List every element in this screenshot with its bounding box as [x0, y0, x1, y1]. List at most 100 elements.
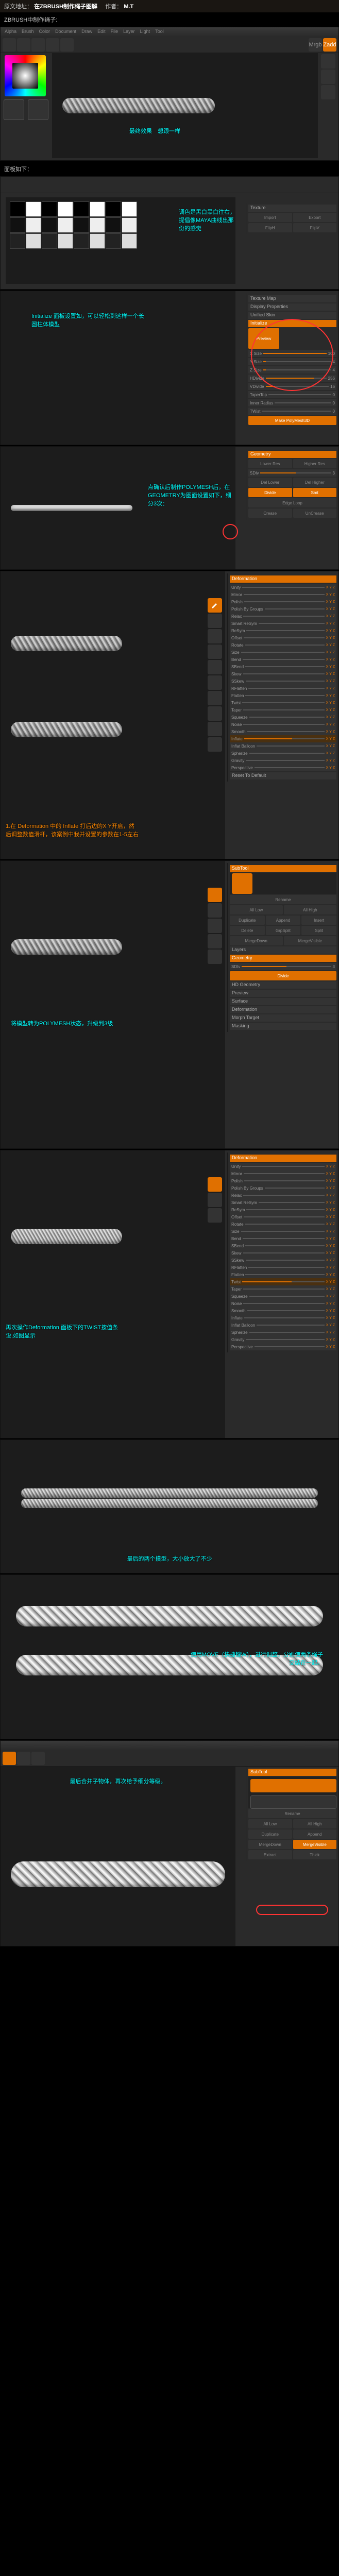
bend-slider[interactable]: BendX Y Z: [230, 1235, 336, 1242]
alpha-swatch[interactable]: [26, 233, 41, 249]
move-button[interactable]: [31, 1752, 45, 1765]
divide-button[interactable]: Divide: [230, 971, 336, 980]
merge-visible-button[interactable]: MergeVisible: [293, 1840, 337, 1849]
flip-v-button[interactable]: FlipV: [293, 223, 337, 232]
edge-loop-button[interactable]: Edge Loop: [248, 498, 336, 507]
polish-slider[interactable]: PolishX Y Z: [230, 598, 336, 605]
polish-slider[interactable]: PolishX Y Z: [230, 1177, 336, 1184]
edit-button[interactable]: [208, 1177, 222, 1192]
crease-button[interactable]: Crease: [248, 509, 292, 518]
polish-by-groups-slider[interactable]: Polish By GroupsX Y Z: [230, 605, 336, 613]
edit-button[interactable]: [208, 598, 222, 613]
swatch-a[interactable]: [4, 99, 24, 120]
subtool-header[interactable]: SubTool: [230, 865, 336, 872]
merge-down-button[interactable]: MergeDown: [230, 936, 283, 945]
smart-resym-slider[interactable]: Smart ReSymX Y Z: [230, 1199, 336, 1206]
extract-button[interactable]: Extract: [248, 1850, 292, 1859]
draw-button[interactable]: [208, 903, 222, 918]
alpha-swatch[interactable]: [58, 201, 73, 217]
rename-button[interactable]: Rename: [230, 895, 336, 904]
append-button[interactable]: Append: [266, 916, 301, 925]
alpha-swatch[interactable]: [122, 233, 137, 249]
material-thumb[interactable]: [60, 38, 74, 52]
panel-header[interactable]: Display Properties: [248, 303, 336, 311]
lower-res-button[interactable]: Lower Res: [248, 459, 292, 468]
subtool-item[interactable]: [250, 1779, 336, 1792]
alpha-swatch[interactable]: [106, 201, 121, 217]
brush-icon[interactable]: [208, 675, 222, 690]
menu-item[interactable]: Brush: [22, 29, 34, 35]
alpha-swatch[interactable]: [90, 201, 105, 217]
smt-button[interactable]: Smt: [293, 488, 337, 497]
menu-item[interactable]: Light: [140, 29, 150, 35]
panel-header[interactable]: Unified Skin: [248, 312, 336, 319]
alpha-swatch[interactable]: [10, 217, 25, 233]
all-high-button[interactable]: All High: [293, 1819, 337, 1828]
menu-item[interactable]: Document: [55, 29, 76, 35]
zadd-button[interactable]: Zadd: [323, 38, 336, 52]
edit-button[interactable]: [3, 1752, 16, 1765]
noise-slider[interactable]: NoiseX Y Z: [230, 721, 336, 728]
move-button[interactable]: [208, 919, 222, 933]
sbend-slider[interactable]: SBendX Y Z: [230, 1242, 336, 1249]
skew-slider[interactable]: SkewX Y Z: [230, 670, 336, 677]
alpha-swatch[interactable]: [58, 217, 73, 233]
del-higher-button[interactable]: Del Higher: [293, 478, 337, 487]
menu-item[interactable]: Layer: [123, 29, 135, 35]
relax-slider[interactable]: RelaxX Y Z: [230, 613, 336, 620]
subtool-header[interactable]: SubTool: [248, 1769, 336, 1776]
smart-resym-slider[interactable]: Smart ReSymX Y Z: [230, 620, 336, 627]
rflatten-slider[interactable]: RFlattenX Y Z: [230, 1264, 336, 1271]
alpha-swatch[interactable]: [122, 217, 137, 233]
deformation-header[interactable]: Deformation: [230, 1155, 336, 1162]
stroke-icon[interactable]: [208, 691, 222, 705]
menu-item[interactable]: Draw: [81, 29, 92, 35]
alpha-swatch[interactable]: [74, 233, 89, 249]
rotate-slider[interactable]: RotateX Y Z: [230, 1221, 336, 1228]
menu-item[interactable]: Color: [39, 29, 50, 35]
all-low-button[interactable]: All Low: [230, 905, 283, 914]
color-picker[interactable]: [5, 55, 46, 96]
rotate-button[interactable]: [208, 660, 222, 674]
merge-visible-button[interactable]: MergeVisible: [284, 936, 337, 945]
import-button[interactable]: Import: [248, 213, 292, 222]
alpha-swatch[interactable]: [42, 201, 57, 217]
divide-button[interactable]: Divide: [248, 488, 292, 497]
split-button[interactable]: Split: [301, 926, 336, 935]
menu-item[interactable]: File: [111, 29, 118, 35]
scale-button[interactable]: [208, 1208, 222, 1223]
morph-header[interactable]: Morph Target: [230, 1014, 336, 1022]
masking-header[interactable]: Masking: [230, 1023, 336, 1030]
uncrease-button[interactable]: UnCrease: [293, 509, 337, 518]
sskew-slider[interactable]: SSkewX Y Z: [230, 677, 336, 685]
alpha-swatch[interactable]: [26, 217, 41, 233]
menu-item[interactable]: Tool: [155, 29, 164, 35]
del-lower-button[interactable]: Del Lower: [248, 478, 292, 487]
higher-res-button[interactable]: Higher Res: [293, 459, 337, 468]
draw-button[interactable]: [17, 1752, 30, 1765]
offset-slider[interactable]: OffsetX Y Z: [230, 634, 336, 641]
smooth-slider[interactable]: SmoothX Y Z: [230, 1307, 336, 1314]
rotate-slider[interactable]: RotateX Y Z: [230, 641, 336, 649]
persp-button[interactable]: [321, 70, 335, 84]
flatten-slider[interactable]: FlattenX Y Z: [230, 1271, 336, 1278]
mirror-slider[interactable]: MirrorX Y Z: [230, 591, 336, 598]
alpha-swatch[interactable]: [42, 233, 57, 249]
rename-button[interactable]: Rename: [248, 1809, 336, 1818]
relax-slider[interactable]: RelaxX Y Z: [230, 1192, 336, 1199]
alpha-swatch[interactable]: [58, 233, 73, 249]
alpha-swatch[interactable]: [26, 201, 41, 217]
merge-down-button[interactable]: MergeDown: [248, 1840, 292, 1849]
alpha-swatch[interactable]: [90, 217, 105, 233]
taper-slider[interactable]: TaperTop0: [248, 391, 336, 398]
taper-slider[interactable]: TaperX Y Z: [230, 1285, 336, 1293]
resym-slider[interactable]: ReSymX Y Z: [230, 627, 336, 634]
flip-h-button[interactable]: FlipH: [248, 223, 292, 232]
noise-slider[interactable]: NoiseX Y Z: [230, 1300, 336, 1307]
delete-button[interactable]: Delete: [230, 926, 265, 935]
thick-button[interactable]: Thick: [293, 1850, 337, 1859]
all-low-button[interactable]: All Low: [248, 1819, 292, 1828]
geometry-header[interactable]: Geometry: [230, 955, 336, 962]
alpha-swatch[interactable]: [10, 201, 25, 217]
move-button[interactable]: [208, 629, 222, 643]
